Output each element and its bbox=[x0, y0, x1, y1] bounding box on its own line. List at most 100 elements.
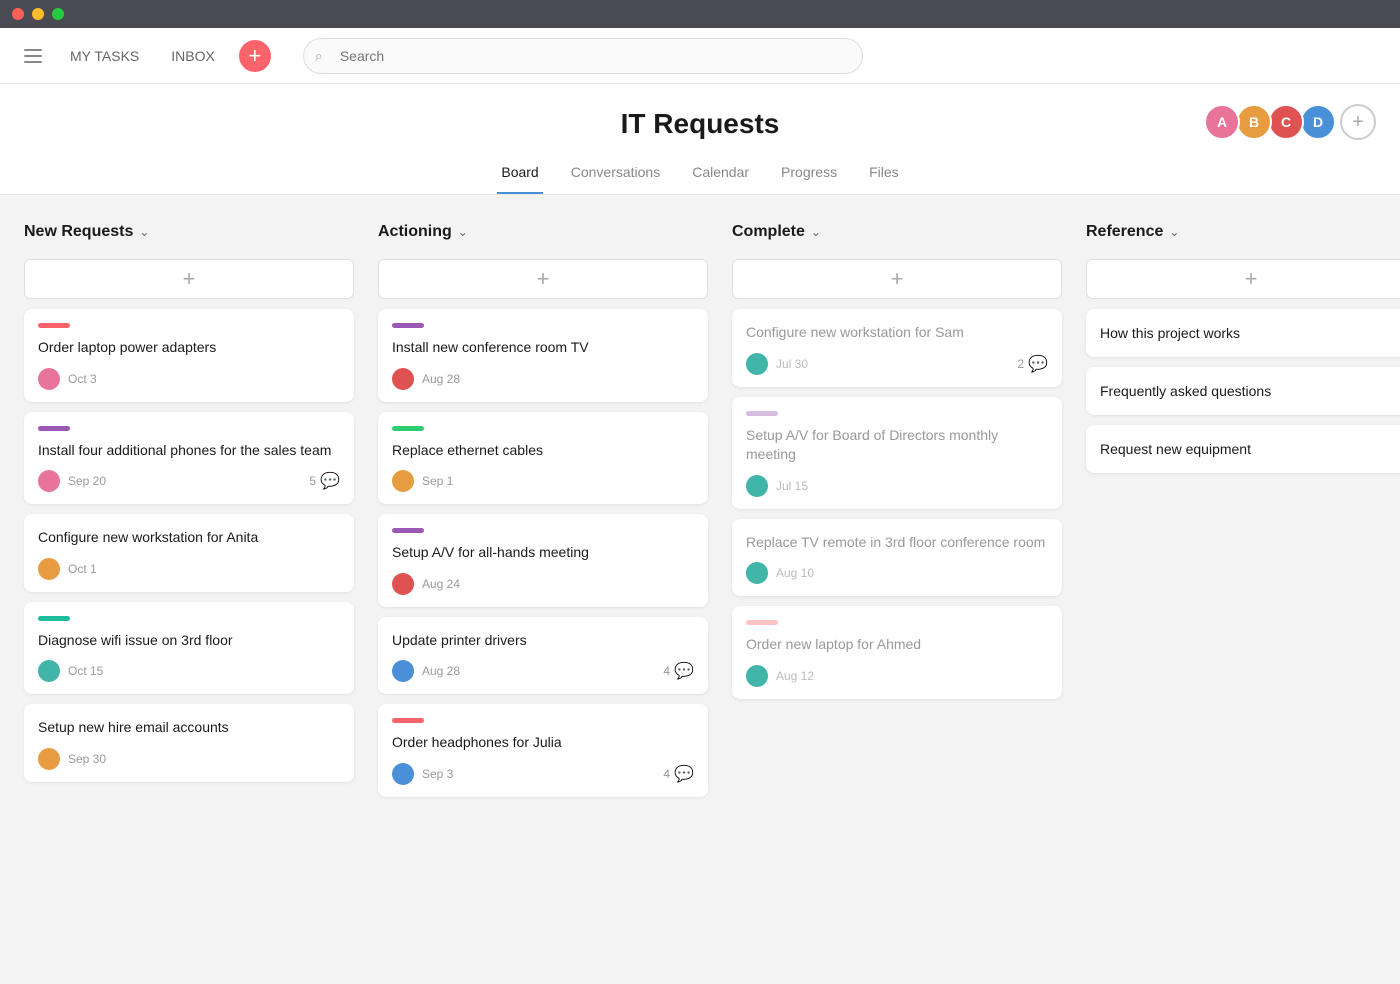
column-header-new-requests: New Requests ⌄ bbox=[24, 219, 354, 249]
traffic-light-green[interactable] bbox=[52, 8, 64, 20]
card-date: Jul 15 bbox=[776, 479, 808, 493]
card-date: Sep 1 bbox=[422, 474, 453, 488]
card-left: Jul 15 bbox=[746, 475, 808, 497]
card-tag bbox=[746, 620, 778, 625]
add-card-new-requests[interactable]: + bbox=[24, 259, 354, 299]
card-date: Sep 30 bbox=[68, 752, 106, 766]
card-avatar bbox=[746, 353, 768, 375]
card-avatar bbox=[38, 470, 60, 492]
card-date: Jul 30 bbox=[776, 357, 808, 371]
actioning-chevron[interactable]: ⌄ bbox=[458, 225, 468, 239]
card-left: Oct 3 bbox=[38, 368, 97, 390]
card-title: Order new laptop for Ahmed bbox=[746, 635, 1048, 655]
comment-count: 4 bbox=[663, 767, 670, 781]
card-date: Sep 20 bbox=[68, 474, 106, 488]
tab-board[interactable]: Board bbox=[497, 156, 542, 194]
ref-card-title: How this project works bbox=[1100, 325, 1400, 341]
card-meta: Aug 24 bbox=[392, 573, 694, 595]
card-tv-remote[interactable]: Replace TV remote in 3rd floor conferenc… bbox=[732, 519, 1062, 597]
tab-conversations[interactable]: Conversations bbox=[567, 156, 665, 194]
avatar-4: D bbox=[1300, 104, 1336, 140]
traffic-light-red[interactable] bbox=[12, 8, 24, 20]
card-left: Sep 1 bbox=[392, 470, 453, 492]
card-left: Oct 1 bbox=[38, 558, 97, 580]
card-left: Oct 15 bbox=[38, 660, 103, 682]
tab-progress[interactable]: Progress bbox=[777, 156, 841, 194]
column-header-reference: Reference ⌄ bbox=[1086, 219, 1400, 249]
card-date: Aug 24 bbox=[422, 577, 460, 591]
card-date: Oct 15 bbox=[68, 664, 103, 678]
card-right: 5 💬 bbox=[309, 471, 340, 491]
card-conference-tv[interactable]: Install new conference room TV Aug 28 bbox=[378, 309, 708, 402]
project-tabs: Board Conversations Calendar Progress Fi… bbox=[0, 156, 1400, 194]
card-meta: Jul 30 2 💬 bbox=[746, 353, 1048, 375]
card-email-accounts[interactable]: Setup new hire email accounts Sep 30 bbox=[24, 704, 354, 782]
column-header-actioning: Actioning ⌄ bbox=[378, 219, 708, 249]
card-left: Sep 20 bbox=[38, 470, 106, 492]
column-title-reference: Reference bbox=[1086, 223, 1163, 241]
reference-chevron[interactable]: ⌄ bbox=[1169, 225, 1179, 239]
tab-calendar[interactable]: Calendar bbox=[688, 156, 753, 194]
card-configure-anita[interactable]: Configure new workstation for Anita Oct … bbox=[24, 514, 354, 592]
search-input[interactable] bbox=[303, 38, 863, 74]
card-tag bbox=[392, 323, 424, 328]
card-date: Aug 28 bbox=[422, 664, 460, 678]
card-avatar bbox=[746, 665, 768, 687]
card-meta: Aug 12 bbox=[746, 665, 1048, 687]
card-ethernet-cables[interactable]: Replace ethernet cables Sep 1 bbox=[378, 412, 708, 505]
new-requests-chevron[interactable]: ⌄ bbox=[139, 225, 149, 239]
board: New Requests ⌄ + Order laptop power adap… bbox=[0, 195, 1400, 975]
comment-count: 5 bbox=[309, 474, 316, 488]
card-laptop-ahmed[interactable]: Order new laptop for Ahmed Aug 12 bbox=[732, 606, 1062, 699]
card-meta: Oct 1 bbox=[38, 558, 340, 580]
card-meta: Aug 10 bbox=[746, 562, 1048, 584]
card-title: Setup new hire email accounts bbox=[38, 718, 340, 738]
my-tasks-link[interactable]: MY TASKS bbox=[62, 44, 147, 68]
card-left: Aug 12 bbox=[746, 665, 814, 687]
card-board-av[interactable]: Setup A/V for Board of Directors monthly… bbox=[732, 397, 1062, 509]
ref-card-request-equipment[interactable]: Request new equipment bbox=[1086, 425, 1400, 473]
card-right: 4 💬 bbox=[663, 661, 694, 681]
card-tag bbox=[392, 528, 424, 533]
card-avatar bbox=[746, 475, 768, 497]
card-headphones-julia[interactable]: Order headphones for Julia Sep 3 4 💬 bbox=[378, 704, 708, 797]
column-new-requests: New Requests ⌄ + Order laptop power adap… bbox=[24, 219, 354, 951]
card-printer-drivers[interactable]: Update printer drivers Aug 28 4 💬 bbox=[378, 617, 708, 695]
comment-count: 4 bbox=[663, 664, 670, 678]
card-avatar bbox=[38, 660, 60, 682]
comment-icon: 💬 bbox=[320, 471, 340, 491]
card-install-phones[interactable]: Install four additional phones for the s… bbox=[24, 412, 354, 505]
complete-chevron[interactable]: ⌄ bbox=[811, 225, 821, 239]
card-left: Aug 28 bbox=[392, 660, 460, 682]
ref-card-title: Request new equipment bbox=[1100, 441, 1400, 457]
add-card-complete[interactable]: + bbox=[732, 259, 1062, 299]
add-button[interactable]: + bbox=[239, 40, 271, 72]
add-card-reference[interactable]: + bbox=[1086, 259, 1400, 299]
card-configure-sam[interactable]: Configure new workstation for Sam Jul 30… bbox=[732, 309, 1062, 387]
traffic-light-yellow[interactable] bbox=[32, 8, 44, 20]
card-title: Configure new workstation for Anita bbox=[38, 528, 340, 548]
card-meta: Aug 28 4 💬 bbox=[392, 660, 694, 682]
column-title-actioning: Actioning bbox=[378, 223, 452, 241]
column-title-new-requests: New Requests bbox=[24, 223, 133, 241]
card-wifi-issue[interactable]: Diagnose wifi issue on 3rd floor Oct 15 bbox=[24, 602, 354, 695]
ref-card-faq[interactable]: Frequently asked questions bbox=[1086, 367, 1400, 415]
hamburger-menu[interactable] bbox=[20, 45, 46, 67]
ref-card-how-project-works[interactable]: How this project works bbox=[1086, 309, 1400, 357]
card-meta: Sep 30 bbox=[38, 748, 340, 770]
card-title: Setup A/V for Board of Directors monthly… bbox=[746, 426, 1048, 465]
add-member-button[interactable]: + bbox=[1340, 104, 1376, 140]
tab-files[interactable]: Files bbox=[865, 156, 903, 194]
card-meta: Sep 3 4 💬 bbox=[392, 763, 694, 785]
card-all-hands-av[interactable]: Setup A/V for all-hands meeting Aug 24 bbox=[378, 514, 708, 607]
inbox-link[interactable]: INBOX bbox=[163, 44, 223, 68]
add-card-actioning[interactable]: + bbox=[378, 259, 708, 299]
card-date: Aug 12 bbox=[776, 669, 814, 683]
card-right: 2 💬 bbox=[1017, 354, 1048, 374]
card-tag bbox=[38, 616, 70, 621]
card-date: Aug 10 bbox=[776, 566, 814, 580]
comment-icon: 💬 bbox=[674, 661, 694, 681]
card-left: Sep 30 bbox=[38, 748, 106, 770]
card-title: Replace TV remote in 3rd floor conferenc… bbox=[746, 533, 1048, 553]
card-order-laptop-adapters[interactable]: Order laptop power adapters Oct 3 bbox=[24, 309, 354, 402]
